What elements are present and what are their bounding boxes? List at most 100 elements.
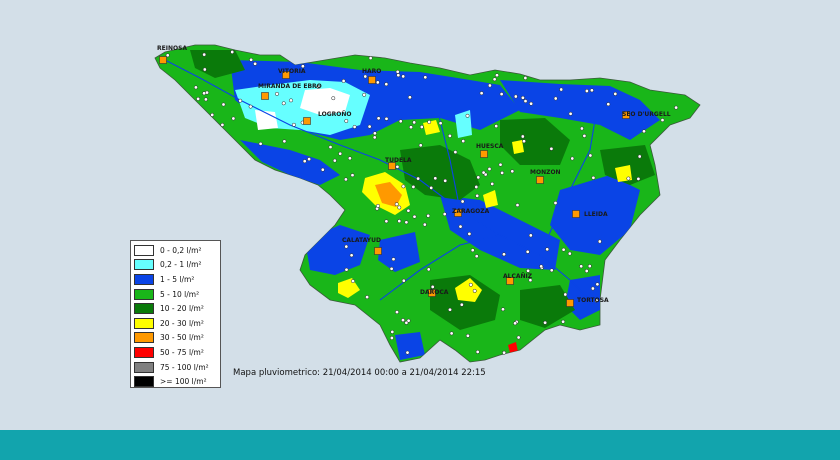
station-dot — [253, 61, 258, 66]
station-dot — [438, 121, 443, 126]
station-dot — [584, 269, 589, 273]
station-dot — [349, 253, 354, 258]
station-dot — [522, 139, 526, 144]
station-dot — [401, 184, 406, 189]
station-dot — [591, 175, 596, 180]
zone-0-2-1-northeast — [455, 110, 472, 138]
station-dot — [492, 77, 497, 82]
legend-swatch — [134, 317, 154, 329]
station-dot — [606, 102, 611, 107]
station-dot — [528, 233, 533, 238]
station-dot — [495, 73, 499, 78]
station-dot — [404, 220, 409, 225]
station-dot — [350, 173, 355, 178]
station-dot — [579, 264, 584, 269]
station-dot — [221, 102, 226, 107]
station-dot — [203, 97, 208, 102]
station-dot — [281, 101, 286, 106]
station-dot — [328, 145, 333, 150]
city-label: DAROCA — [420, 289, 449, 296]
legend-row: 75 - 100 l/m² — [134, 360, 217, 375]
legend-row: 5 - 10 l/m² — [134, 287, 217, 302]
station-dot — [637, 154, 642, 159]
station-dot — [470, 248, 475, 253]
footer-bar — [0, 430, 840, 460]
station-dot — [343, 177, 348, 182]
station-dot — [499, 92, 504, 97]
legend-swatch — [134, 288, 154, 300]
station-dot — [363, 74, 368, 79]
station-dot — [376, 116, 381, 121]
station-dot — [549, 146, 554, 151]
legend-label: 0,2 - 1 l/m² — [160, 260, 202, 270]
station-dot — [447, 133, 452, 138]
legend-swatch — [134, 273, 154, 285]
station-dot — [401, 318, 405, 323]
station-dot — [502, 350, 507, 355]
city-label: ALCAÑIZ — [503, 273, 533, 280]
station-dot — [449, 331, 454, 336]
city-marker — [303, 117, 311, 125]
station-dot — [498, 162, 503, 167]
station-dot — [391, 257, 396, 262]
legend-swatch — [134, 361, 154, 373]
station-dot — [589, 88, 594, 93]
station-dot — [582, 133, 587, 138]
station-dot — [395, 69, 400, 74]
station-dot — [282, 139, 287, 144]
station-dot — [390, 329, 395, 334]
station-dot — [613, 91, 618, 96]
station-dot — [258, 141, 263, 146]
station-dot — [487, 83, 492, 88]
city-label: VITORIA — [278, 68, 306, 75]
station-dot — [376, 203, 380, 208]
station-dot — [494, 124, 499, 129]
station-dot — [352, 124, 357, 129]
station-dot — [426, 213, 431, 218]
station-dot — [231, 116, 236, 121]
station-dot — [202, 67, 207, 72]
legend-label: >= 100 l/m² — [160, 377, 207, 387]
station-dot — [375, 80, 380, 85]
zone-20-30-northeast — [512, 140, 524, 154]
station-dot — [636, 176, 641, 181]
station-dot — [461, 139, 466, 144]
station-dot — [248, 104, 253, 109]
station-dot — [397, 219, 402, 224]
station-dot — [481, 170, 486, 175]
station-dot — [384, 82, 389, 87]
city-marker — [572, 210, 580, 218]
station-dot — [561, 319, 566, 324]
station-dot — [626, 176, 631, 181]
station-dot — [230, 50, 235, 54]
station-dot — [338, 151, 343, 156]
station-dot — [289, 98, 293, 103]
station-dot — [291, 122, 296, 127]
station-dot — [344, 244, 349, 249]
station-dot — [520, 134, 525, 139]
station-dot — [344, 267, 349, 272]
station-dot — [545, 247, 550, 252]
station-dot — [372, 131, 377, 136]
station-dot — [479, 91, 484, 96]
station-dot — [275, 91, 279, 96]
station-dot — [588, 153, 593, 158]
city-marker — [480, 150, 488, 158]
station-dot — [587, 264, 592, 269]
station-dot — [409, 125, 413, 130]
legend-label: 75 - 100 l/m² — [160, 362, 209, 372]
city-label: SEO D'URGELL — [622, 111, 671, 118]
station-dot — [501, 307, 505, 312]
station-dot — [384, 116, 389, 121]
city-marker — [536, 176, 544, 184]
station-dot — [427, 120, 432, 124]
legend-label: 0 - 0,2 l/m² — [160, 245, 202, 255]
city-label: TORTOSA — [577, 297, 609, 304]
station-dot — [516, 335, 521, 340]
station-dot — [249, 57, 254, 62]
station-dot — [307, 157, 312, 162]
station-dot — [549, 268, 554, 273]
station-dot — [401, 278, 406, 283]
legend-row: 0 - 0,2 l/m² — [134, 243, 217, 258]
station-dot — [418, 143, 423, 148]
